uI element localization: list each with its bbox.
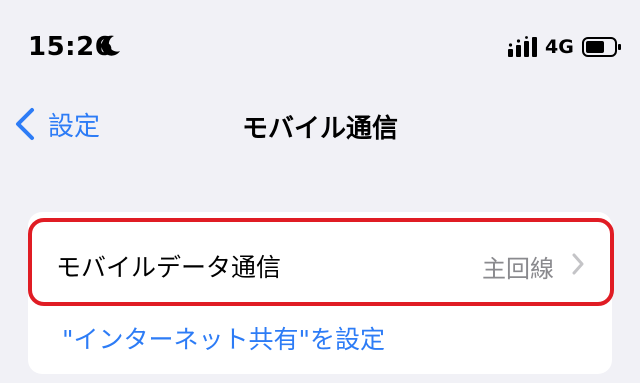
mobile-data-label: モバイルデータ通信 (56, 253, 282, 282)
navigation-bar: 設定 モバイル通信 (0, 96, 640, 152)
cellular-settings-group: モバイルデータ通信 主回線 "インターネット共有"を設定 (28, 212, 614, 374)
mobile-data-value: 主回線 (482, 255, 554, 283)
hotspot-row[interactable]: "インターネット共有"を設定 (28, 312, 612, 372)
cellular-signal-icon (508, 36, 537, 57)
mobile-data-row[interactable]: モバイルデータ通信 主回線 (28, 218, 612, 314)
status-bar: 15:26 4G (0, 0, 640, 90)
page-title: モバイル通信 (241, 114, 398, 144)
battery-icon (582, 37, 621, 57)
chevron-right-icon (572, 253, 584, 275)
network-type: 4G (545, 36, 574, 58)
moon-icon (101, 35, 120, 56)
hotspot-setup-link[interactable]: "インターネット共有"を設定 (62, 320, 385, 356)
